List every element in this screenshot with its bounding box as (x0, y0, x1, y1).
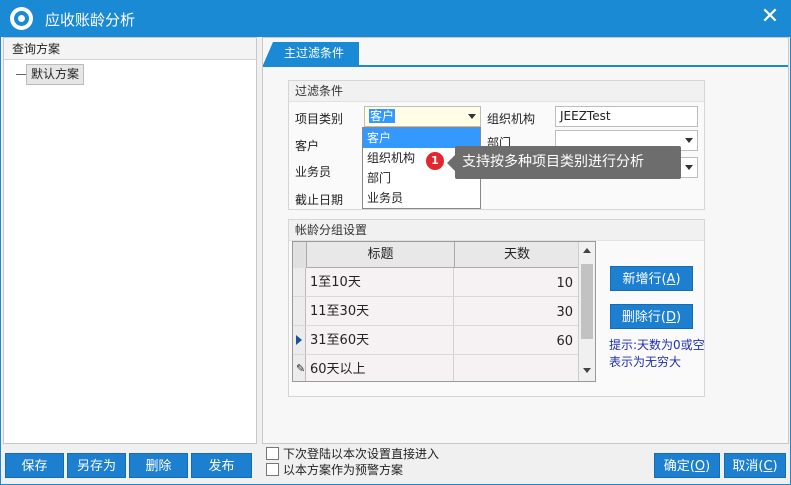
feature-tooltip: 支持按多种项目类别进行分析 (447, 146, 681, 179)
column-header-title[interactable]: 标题 (307, 242, 455, 268)
cell-title[interactable]: 11至30天 (307, 297, 454, 325)
grid-corner (293, 242, 307, 268)
publish-button[interactable]: 发布 (191, 453, 252, 478)
dropdown-option[interactable]: 业务员 (363, 188, 480, 208)
save-as-button[interactable]: 另存为 (67, 453, 126, 478)
delete-row-shortcut: D (666, 310, 677, 325)
scroll-up-icon[interactable] (583, 248, 591, 253)
ok-button[interactable]: 确定(O) (654, 453, 720, 478)
row-header[interactable]: ✎ (293, 355, 306, 381)
customer-label: 客户 (295, 139, 320, 153)
cell-days[interactable]: 30 (455, 297, 579, 325)
cell-days[interactable] (455, 355, 579, 381)
dropdown-option[interactable]: 客户 (363, 128, 480, 148)
add-row-button[interactable]: 新增行(A) (610, 266, 693, 291)
cutoff-date-label: 截止日期 (295, 193, 344, 207)
cancel-shortcut: C (763, 459, 773, 474)
cancel-button[interactable]: 取消(C) (724, 453, 786, 478)
warning-plan-label: 以本方案作为预警方案 (283, 463, 404, 477)
add-row-label: 新增行 (622, 272, 662, 287)
aging-grid: 标题 天数 1至10天 10 11至30天 30 31至60天 60 ✎ 60天… (292, 241, 596, 382)
close-icon[interactable]: ✕ (759, 6, 781, 28)
org-label: 组织机构 (487, 112, 536, 126)
table-row[interactable]: 11至30天 30 (293, 297, 579, 326)
cell-title[interactable]: 31至60天 (307, 326, 454, 354)
scroll-down-icon[interactable] (583, 368, 591, 373)
delete-row-label: 删除行 (621, 310, 661, 325)
tab-main-filter[interactable]: 主过滤条件 (263, 42, 359, 65)
table-row[interactable]: 31至60天 60 (293, 326, 579, 355)
title-bar: 应收账龄分析 ✕ (0, 0, 791, 37)
ok-shortcut: O (694, 459, 706, 474)
edit-pencil-icon: ✎ (296, 362, 306, 375)
table-row[interactable]: 1至10天 10 (293, 268, 579, 297)
salesperson-label: 业务员 (295, 165, 332, 179)
tree-connector (16, 74, 26, 75)
grid-scrollbar[interactable] (578, 242, 595, 381)
cancel-label: 取消 (732, 459, 759, 474)
delete-plan-button[interactable]: 删除 (129, 453, 188, 478)
item-type-select[interactable]: 客户 (364, 106, 481, 127)
next-login-checkbox[interactable] (266, 447, 279, 460)
cell-days[interactable]: 60 (455, 326, 579, 354)
org-input[interactable]: JEEZTest (555, 106, 698, 127)
ok-label: 确定 (663, 459, 690, 474)
tree-item-default-plan[interactable]: 默认方案 (26, 64, 85, 85)
cell-days[interactable]: 10 (455, 268, 579, 296)
row-header[interactable] (293, 268, 306, 296)
step-badge: 1 (426, 152, 444, 170)
chevron-down-icon[interactable] (685, 138, 693, 143)
window-title: 应收账龄分析 (45, 11, 136, 29)
column-header-days[interactable]: 天数 (455, 242, 579, 268)
aging-group-title: 帐龄分组设置 (289, 220, 704, 241)
warning-plan-option[interactable]: 以本方案作为预警方案 (266, 463, 403, 479)
app-logo-icon (10, 7, 33, 30)
chevron-down-icon[interactable] (685, 165, 693, 170)
warning-plan-checkbox[interactable] (266, 463, 279, 476)
query-plan-header: 查询方案 (4, 38, 256, 60)
add-row-shortcut: A (666, 272, 676, 287)
cell-title[interactable]: 1至10天 (307, 268, 454, 296)
current-row-arrow-icon (296, 335, 302, 345)
item-type-value: 客户 (369, 109, 396, 123)
table-row[interactable]: ✎ 60天以上 (293, 355, 579, 381)
tab-underline (263, 65, 788, 67)
row-header[interactable] (293, 326, 306, 354)
next-login-option[interactable]: 下次登陆以本次设置直接进入 (266, 447, 439, 463)
delete-row-button[interactable]: 删除行(D) (610, 304, 693, 329)
save-button[interactable]: 保存 (5, 453, 64, 478)
item-type-label: 项目类别 (295, 112, 344, 126)
grid-header: 标题 天数 (293, 242, 579, 268)
chevron-down-icon[interactable] (468, 114, 476, 119)
cell-title[interactable]: 60天以上 (307, 355, 454, 381)
next-login-label: 下次登陆以本次设置直接进入 (283, 447, 440, 461)
scroll-thumb[interactable] (581, 264, 593, 339)
filter-group-title: 过滤条件 (289, 81, 704, 102)
hint-text: 提示:天数为0或空表示为无穷大 (609, 338, 705, 369)
row-header[interactable] (293, 297, 306, 325)
query-plan-panel: 查询方案 默认方案 (3, 37, 257, 444)
